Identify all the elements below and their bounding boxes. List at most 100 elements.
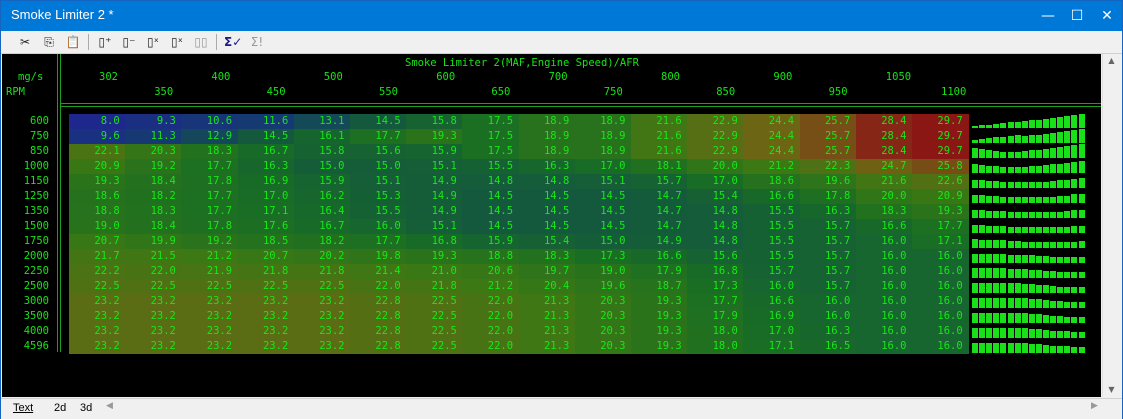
- map-cell[interactable]: 16.0: [912, 339, 969, 354]
- map-cell[interactable]: 19.6: [799, 174, 857, 189]
- map-cell[interactable]: 16.3: [518, 159, 576, 174]
- map-cell[interactable]: 16.0: [855, 264, 913, 279]
- map-cell[interactable]: 16.6: [743, 294, 801, 309]
- map-cell[interactable]: 15.4: [518, 234, 576, 249]
- map-cell[interactable]: 14.5: [574, 204, 632, 219]
- map-cell[interactable]: 17.7: [912, 219, 969, 234]
- map-cell[interactable]: 15.1: [574, 174, 632, 189]
- map-cell[interactable]: 19.3: [631, 309, 688, 324]
- map-cell[interactable]: 18.9: [574, 129, 632, 144]
- map-cell[interactable]: 18.3: [125, 204, 182, 219]
- map-cell[interactable]: 15.6: [350, 144, 407, 159]
- map-cell[interactable]: 23.2: [293, 294, 351, 309]
- map-cell[interactable]: 19.3: [631, 324, 688, 339]
- map-cell[interactable]: 21.5: [125, 249, 182, 264]
- map-cell[interactable]: 16.1: [293, 129, 351, 144]
- map-cell[interactable]: 21.3: [518, 339, 576, 354]
- map-cell[interactable]: 17.5: [462, 114, 520, 129]
- copy-icon[interactable]: ⎘: [40, 33, 58, 51]
- scroll-left-icon[interactable]: ◀: [106, 401, 113, 411]
- map-cell[interactable]: 22.8: [350, 309, 407, 324]
- maximize-button[interactable]: ☐: [1062, 1, 1092, 31]
- map-cell[interactable]: 17.1: [237, 204, 295, 219]
- map-cell[interactable]: 14.8: [518, 174, 576, 189]
- map-cell[interactable]: 8.0: [69, 114, 126, 129]
- map-cell[interactable]: 22.0: [462, 309, 520, 324]
- map-cell[interactable]: 22.0: [462, 294, 520, 309]
- map-cell[interactable]: 23.2: [69, 294, 126, 309]
- map-cell[interactable]: 15.6: [687, 249, 744, 264]
- sigma-check-icon[interactable]: Σ✓: [224, 33, 242, 51]
- map-cell[interactable]: 19.2: [125, 159, 182, 174]
- map-cell[interactable]: 15.7: [799, 264, 857, 279]
- map-cell[interactable]: 18.5: [237, 234, 295, 249]
- map-cell[interactable]: 16.2: [293, 189, 351, 204]
- map-cell[interactable]: 16.0: [855, 324, 913, 339]
- map-cell[interactable]: 28.4: [855, 129, 913, 144]
- map-cell[interactable]: 17.7: [181, 204, 239, 219]
- map-cell[interactable]: 17.5: [462, 129, 520, 144]
- clear-column-icon[interactable]: ▯ˣ: [144, 33, 162, 51]
- map-cell[interactable]: 15.0: [574, 234, 632, 249]
- map-cell[interactable]: 14.9: [406, 174, 463, 189]
- map-cell[interactable]: 14.5: [574, 219, 632, 234]
- map-cell[interactable]: 20.3: [125, 144, 182, 159]
- map-cell[interactable]: 21.9: [181, 264, 239, 279]
- map-cell[interactable]: 14.7: [631, 219, 688, 234]
- map-cell[interactable]: 19.0: [69, 219, 126, 234]
- map-cell[interactable]: 17.9: [631, 264, 688, 279]
- map-cell[interactable]: 14.8: [687, 204, 744, 219]
- map-cell[interactable]: 18.6: [69, 189, 126, 204]
- map-cell[interactable]: 20.3: [574, 324, 632, 339]
- map-cell[interactable]: 16.3: [799, 324, 857, 339]
- map-cell[interactable]: 14.9: [406, 204, 463, 219]
- map-cell[interactable]: 23.2: [237, 309, 295, 324]
- map-cell[interactable]: 22.6: [912, 174, 969, 189]
- map-cell[interactable]: 15.1: [406, 159, 463, 174]
- map-cell[interactable]: 21.3: [518, 309, 576, 324]
- map-cell[interactable]: 29.7: [912, 114, 969, 129]
- minimize-button[interactable]: —: [1033, 1, 1063, 31]
- delete-column-icon[interactable]: ▯⁻: [120, 33, 138, 51]
- map-cell[interactable]: 19.3: [631, 339, 688, 354]
- map-cell[interactable]: 19.0: [574, 264, 632, 279]
- map-cell[interactable]: 9.6: [69, 129, 126, 144]
- map-cell[interactable]: 16.0: [855, 294, 913, 309]
- map-cell[interactable]: 22.5: [293, 279, 351, 294]
- map-cell[interactable]: 25.7: [799, 129, 857, 144]
- map-cell[interactable]: 14.7: [631, 189, 688, 204]
- map-cell[interactable]: 14.8: [687, 234, 744, 249]
- map-cell[interactable]: 16.8: [406, 234, 463, 249]
- map-cell[interactable]: 23.2: [125, 324, 182, 339]
- insert-column-icon[interactable]: ▯⁺: [96, 33, 114, 51]
- map-cell[interactable]: 19.2: [181, 234, 239, 249]
- map-cell[interactable]: 17.9: [687, 309, 744, 324]
- map-cell[interactable]: 22.5: [406, 339, 463, 354]
- map-cell[interactable]: 18.9: [574, 144, 632, 159]
- map-cell[interactable]: 14.5: [462, 189, 520, 204]
- map-cell[interactable]: 22.9: [687, 114, 744, 129]
- map-cell[interactable]: 20.3: [574, 294, 632, 309]
- map-cell[interactable]: 25.7: [799, 114, 857, 129]
- map-cell[interactable]: 17.5: [462, 144, 520, 159]
- map-cell[interactable]: 21.2: [181, 249, 239, 264]
- map-cell[interactable]: 21.6: [631, 129, 688, 144]
- map-cell[interactable]: 20.3: [574, 309, 632, 324]
- map-cell[interactable]: 16.0: [912, 279, 969, 294]
- map-cell[interactable]: 14.9: [406, 189, 463, 204]
- map-cell[interactable]: 19.9: [125, 234, 182, 249]
- map-cell[interactable]: 28.4: [855, 144, 913, 159]
- map-cell[interactable]: 22.3: [799, 159, 857, 174]
- map-cell[interactable]: 19.8: [350, 249, 407, 264]
- map-cell[interactable]: 15.5: [462, 159, 520, 174]
- map-cell[interactable]: 22.0: [462, 339, 520, 354]
- map-cell[interactable]: 17.3: [687, 279, 744, 294]
- paste-icon[interactable]: 📋: [64, 33, 82, 51]
- map-cell[interactable]: 14.5: [237, 129, 295, 144]
- map-cell[interactable]: 22.2: [69, 264, 126, 279]
- map-cell[interactable]: 16.7: [293, 219, 351, 234]
- map-cell[interactable]: 23.2: [293, 324, 351, 339]
- map-cell[interactable]: 25.8: [912, 159, 969, 174]
- map-cell[interactable]: 18.8: [462, 249, 520, 264]
- map-cell[interactable]: 17.7: [350, 234, 407, 249]
